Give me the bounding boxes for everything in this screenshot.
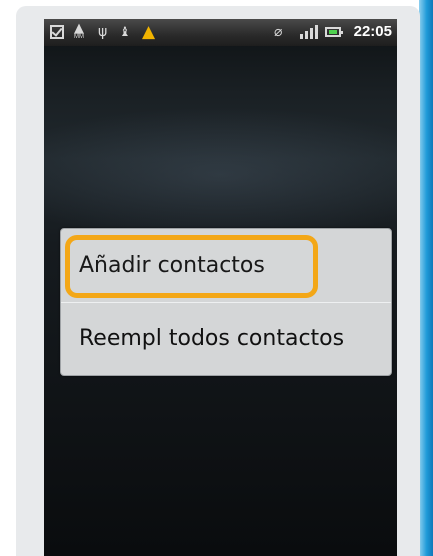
checkbox-icon xyxy=(50,22,64,42)
usb-icon: ψ xyxy=(98,24,108,40)
battery-icon xyxy=(325,22,343,42)
status-time: 22:05 xyxy=(353,23,392,40)
warning-mm-icon: ▲ MM xyxy=(74,20,84,40)
menu-item-add-contacts[interactable]: Añadir contactos xyxy=(61,229,391,302)
phone-screen: ▲ MM ψ ♝ ▲ ⌀ 22:05 Añadir contactos Reem… xyxy=(44,19,397,556)
vibrate-icon: ⌀ xyxy=(274,24,283,40)
menu-item-label: Añadir contactos xyxy=(79,253,265,278)
signal-icon xyxy=(300,22,318,42)
status-bar: ▲ MM ψ ♝ ▲ ⌀ 22:05 xyxy=(44,19,397,46)
warning-icon: ▲ xyxy=(142,22,156,42)
menu-item-replace-all-contacts[interactable]: Reempl todos contactos xyxy=(61,302,391,375)
accent-strip xyxy=(419,0,433,556)
contacts-options-dialog: Añadir contactos Reempl todos contactos xyxy=(60,228,392,376)
android-debug-icon: ♝ xyxy=(119,24,131,40)
menu-item-label: Reempl todos contactos xyxy=(79,326,345,351)
